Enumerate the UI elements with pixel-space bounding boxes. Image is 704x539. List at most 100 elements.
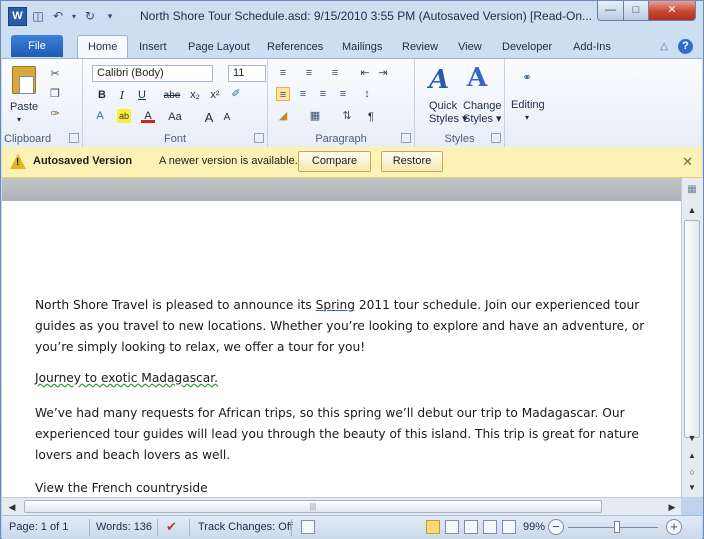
clear-formatting-icon[interactable]: ✐ [229,87,243,101]
scroll-up-icon[interactable]: ▲ [684,202,700,218]
scroll-down-icon[interactable]: ▼ [684,430,700,446]
close-button[interactable]: ✕ [648,1,696,21]
align-left-icon[interactable]: ≡ [276,87,290,101]
proofing-icon[interactable]: ✔ [166,519,177,535]
sort-icon[interactable]: ⇅ [340,109,354,123]
paragraph-launcher-icon[interactable] [401,133,411,143]
status-separator [89,519,90,536]
align-center-icon[interactable]: ≡ [296,87,310,101]
shrink-font-button[interactable]: A [221,109,233,126]
grow-font-button[interactable]: A [203,109,215,126]
highlight-icon[interactable]: ab [117,109,131,123]
ruler-toggle-icon[interactable]: ▦ [684,182,700,198]
next-page-icon[interactable]: ▼ [684,480,700,496]
tab-right-icons: △ ? [660,39,693,54]
tab-review[interactable]: Review [402,37,438,57]
shading-icon[interactable]: ◢ [276,109,290,123]
select-browse-object-icon[interactable]: ○ [684,464,700,480]
copy-icon[interactable]: ❐ [48,87,62,101]
zoom-in-icon[interactable]: + [666,519,682,535]
minimize-ribbon-icon[interactable]: △ [660,41,668,52]
cut-icon[interactable]: ✂ [48,67,62,81]
full-screen-reading-icon[interactable] [445,520,459,534]
tab-mailings[interactable]: Mailings [342,37,382,57]
restore-button[interactable]: Restore [381,151,443,172]
customize-qat-icon[interactable]: ▾ [103,11,117,22]
tab-page-layout[interactable]: Page Layout [188,37,250,57]
align-right-icon[interactable]: ≡ [316,87,330,101]
horizontal-scrollbar[interactable]: ◀ ||| ▶ [2,497,681,516]
borders-icon[interactable]: ▦ [308,109,322,123]
page-count[interactable]: Page: 1 of 1 [9,521,68,533]
clipboard-launcher-icon[interactable] [69,133,79,143]
change-styles-button[interactable]: Change Styles ▾ [463,100,502,125]
outline-view-icon[interactable] [483,520,497,534]
strikethrough-button[interactable]: abe [161,87,183,104]
compare-button[interactable]: Compare [298,151,371,172]
tab-file[interactable]: File [11,35,63,57]
draft-view-icon[interactable] [502,520,516,534]
close-message-icon[interactable]: ✕ [682,154,693,170]
previous-page-icon[interactable]: ▲ [684,448,700,464]
redo-icon[interactable]: ↻ [83,9,97,23]
numbering-icon[interactable]: ≡ [302,66,316,80]
line-spacing-icon[interactable]: ↕ [360,87,374,101]
subscript-button[interactable]: x₂ [187,87,203,104]
tab-add-ins[interactable]: Add-Ins [573,37,611,57]
paste-icon[interactable] [12,66,36,94]
decrease-indent-icon[interactable]: ⇤ [358,66,372,80]
styles-launcher-icon[interactable] [491,133,501,143]
italic-button[interactable]: I [115,87,129,104]
help-icon[interactable]: ? [678,39,693,54]
word-count[interactable]: Words: 136 [96,521,152,533]
scroll-right-icon[interactable]: ▶ [664,499,680,515]
save-icon[interactable]: ◫ [31,9,45,23]
editing-button[interactable]: Editing [511,99,545,111]
multilevel-list-icon[interactable]: ≡ [328,66,342,80]
increase-indent-icon[interactable]: ⇥ [376,66,390,80]
bullets-icon[interactable]: ≡ [276,66,290,80]
tab-view[interactable]: View [458,37,482,57]
vertical-scrollbar[interactable]: ▦ ▲ ▼ ▲ ○ ▼ [681,178,703,497]
scroll-left-icon[interactable]: ◀ [4,499,20,515]
track-changes-status[interactable]: Track Changes: Off [198,521,293,533]
find-binoculars-icon[interactable]: ⚭ [520,71,534,85]
quick-styles-button[interactable]: Quick Styles ▾ [429,100,468,125]
format-painter-icon[interactable]: ✑ [48,107,62,121]
maximize-button[interactable]: □ [623,1,649,21]
change-styles-icon[interactable]: A [467,63,487,93]
tab-references[interactable]: References [267,37,323,57]
show-formatting-button[interactable]: ¶ [364,109,378,126]
print-layout-view-icon[interactable] [426,520,440,534]
paste-button[interactable]: Paste [10,101,38,113]
undo-icon[interactable]: ↶ [51,9,65,23]
zoom-level[interactable]: 99% [523,521,545,533]
tab-home[interactable]: Home [77,35,129,59]
zoom-slider-track[interactable] [568,527,658,528]
tab-insert[interactable]: Insert [139,37,167,57]
horizontal-scroll-thumb[interactable]: ||| [24,500,602,513]
word-app-icon[interactable]: W [8,7,27,26]
font-size-select[interactable]: 11 [228,65,266,82]
editing-dropdown-icon[interactable]: ▾ [525,113,529,122]
font-launcher-icon[interactable] [254,133,264,143]
document-page[interactable]: North Shore Travel is pleased to announc… [21,201,681,497]
undo-dropdown-icon[interactable]: ▾ [71,12,77,21]
font-color-icon[interactable]: A [141,109,155,123]
change-case-button[interactable]: Aa [165,109,185,126]
zoom-slider-thumb[interactable] [614,521,620,533]
tab-developer[interactable]: Developer [502,37,552,57]
text-effects-icon[interactable]: A [93,109,107,123]
superscript-button[interactable]: x² [207,87,223,104]
underline-button[interactable]: U [135,87,149,104]
justify-icon[interactable]: ≡ [336,87,350,101]
paste-dropdown-icon[interactable]: ▾ [17,115,21,124]
vertical-scroll-thumb[interactable] [684,220,700,438]
minimize-button[interactable]: — [597,1,624,21]
quick-styles-icon[interactable]: A [429,65,449,95]
web-layout-icon[interactable] [464,520,478,534]
zoom-out-icon[interactable]: − [548,519,564,535]
macro-record-icon[interactable] [301,520,315,534]
bold-button[interactable]: B [95,87,109,104]
font-name-select[interactable]: Calibri (Body) [92,65,213,82]
